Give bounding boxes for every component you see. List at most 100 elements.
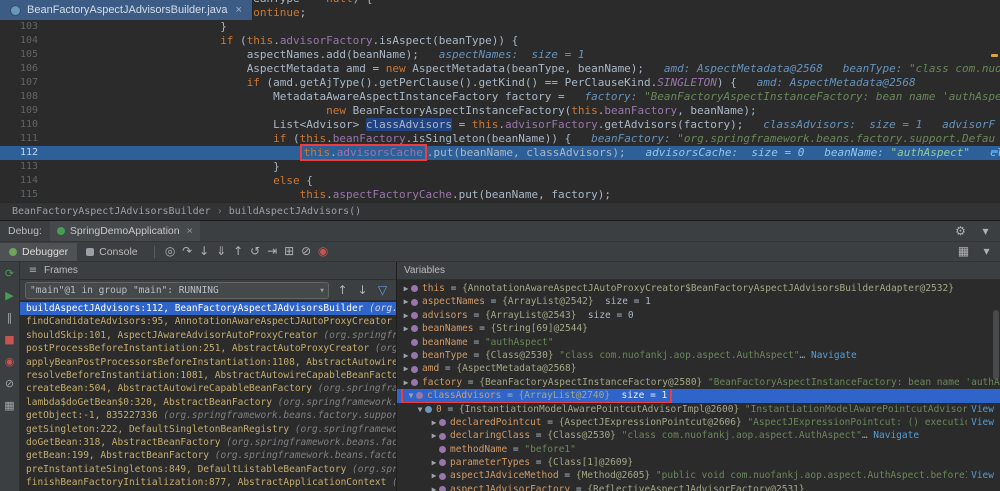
variable-row[interactable]: beanName = "authAspect" xyxy=(397,336,1000,349)
line-number[interactable]: 113 xyxy=(0,160,48,174)
line-number[interactable]: 105 xyxy=(0,48,48,62)
show-execution-point-icon[interactable]: ◎ xyxy=(162,243,179,260)
variable-row[interactable]: ▼classAdvisors = {ArrayList@2740} size =… xyxy=(397,389,1000,402)
frame-row[interactable]: finishBeanFactoryInitialization:877, Abs… xyxy=(20,476,396,489)
navigate-link[interactable]: Navigate xyxy=(811,349,857,362)
stripe-mark[interactable] xyxy=(991,54,998,57)
line-number[interactable]: 107 xyxy=(0,76,48,90)
code-line[interactable]: 104 if (this.advisorFactory.isAspect(bea… xyxy=(0,34,1000,48)
frame-row[interactable]: getBean:199, AbstractBeanFactory (org.sp… xyxy=(20,449,396,462)
line-number[interactable]: 115 xyxy=(0,188,48,202)
expander-icon[interactable]: ▶ xyxy=(429,429,439,442)
expander-icon[interactable]: ▶ xyxy=(429,416,439,429)
code-line[interactable]: 113 } xyxy=(0,160,1000,174)
code-line[interactable]: 107 if (amd.getAjType().getPerClause().g… xyxy=(0,76,1000,90)
code-line[interactable]: 114 else { xyxy=(0,174,1000,188)
step-out-icon[interactable]: ↑ xyxy=(230,243,247,260)
frame-row[interactable]: getObject:-1, 835227336 (org.springframe… xyxy=(20,409,396,422)
frame-row[interactable]: preInstantiateSingletons:849, DefaultLis… xyxy=(20,463,396,476)
line-number[interactable]: 108 xyxy=(0,90,48,104)
frame-row[interactable]: buildAspectJAdvisors:112, BeanFactoryAsp… xyxy=(20,302,396,315)
code-line[interactable]: 103 } xyxy=(0,20,1000,34)
expander-icon[interactable]: ▼ xyxy=(415,403,425,416)
previous-frame-icon[interactable]: ↑ xyxy=(334,282,351,299)
line-number[interactable]: 114 xyxy=(0,174,48,188)
line-number[interactable]: 106 xyxy=(0,62,48,76)
close-tab-icon[interactable]: × xyxy=(236,4,242,16)
code-line[interactable]: 106 AspectMetadata amd = new AspectMetad… xyxy=(0,62,1000,76)
stripe-mark[interactable] xyxy=(991,150,998,153)
variable-row[interactable]: ▶aspectJAdvisorFactory = {ReflectiveAspe… xyxy=(397,483,1000,491)
mute-breakpoints-icon[interactable]: ⊘ xyxy=(2,377,17,391)
expander-icon[interactable]: ▶ xyxy=(401,322,411,335)
expander-icon[interactable]: ▶ xyxy=(401,362,411,375)
pin-tab-icon[interactable]: ▾ xyxy=(978,243,995,260)
frame-row[interactable]: shouldSkip:101, AspectJAwareAdvisorAutoP… xyxy=(20,329,396,342)
line-number[interactable]: 112 xyxy=(0,146,48,160)
variable-row[interactable]: ▶aspectJAdviceMethod = {Method@2605} "pu… xyxy=(397,469,1000,482)
variable-row[interactable]: ▶declaredPointcut = {AspectJExpressionPo… xyxy=(397,416,1000,429)
debug-session-tab[interactable]: SpringDemoApplication × xyxy=(50,221,200,241)
variable-row[interactable]: ▶aspectNames = {ArrayList@2542} size = 1 xyxy=(397,295,1000,308)
code-line[interactable]: 112 this.advisorsCache.put(beanName, cla… xyxy=(0,146,1000,160)
variable-row[interactable]: ▼0 = {InstantiationModelAwarePointcutAdv… xyxy=(397,403,1000,416)
hide-library-frames-icon[interactable]: ▽ xyxy=(374,282,391,299)
frame-row[interactable]: postProcessBeforeInstantiation:251, Abst… xyxy=(20,342,396,355)
code-line[interactable]: 111 if (this.beanFactory.isSingleton(bea… xyxy=(0,132,1000,146)
code-line[interactable]: 110 List<Advisor> classAdvisors = this.a… xyxy=(0,118,1000,132)
view-link[interactable]: View xyxy=(967,403,1000,416)
hide-panel-icon[interactable]: ▾ xyxy=(977,223,994,240)
editor-tab[interactable]: BeanFactoryAspectJAdvisorsBuilder.java × xyxy=(0,0,253,20)
code-line[interactable]: 105 aspectNames.add(beanName); aspectNam… xyxy=(0,48,1000,62)
code-line[interactable]: 115 this.aspectFactoryCache.put(beanName… xyxy=(0,188,1000,202)
view-link[interactable]: View xyxy=(967,469,1000,482)
variable-row[interactable]: ▶beanNames = {String[69]@2544} xyxy=(397,322,1000,335)
frame-row[interactable]: getSingleton:222, DefaultSingletonBeanRe… xyxy=(20,423,396,436)
variable-row[interactable]: ▶factory = {BeanFactoryAspectInstanceFac… xyxy=(397,376,1000,389)
variable-row[interactable]: ▶declaringClass = {Class@2530} "class co… xyxy=(397,429,1000,442)
resume-icon[interactable]: ▶ xyxy=(2,289,17,303)
variables-scrollbar[interactable] xyxy=(993,310,999,380)
view-breakpoints-icon[interactable]: ◉ xyxy=(315,243,332,260)
expander-icon[interactable]: ▶ xyxy=(401,349,411,362)
line-number[interactable]: 111 xyxy=(0,132,48,146)
frame-row[interactable]: doGetBean:318, AbstractBeanFactory (org.… xyxy=(20,436,396,449)
tab-debugger[interactable]: Debugger xyxy=(0,243,77,261)
line-number[interactable]: 109 xyxy=(0,104,48,118)
step-over-icon[interactable]: ↷ xyxy=(179,243,196,260)
expander-icon[interactable]: ▶ xyxy=(401,295,411,308)
line-number[interactable]: 110 xyxy=(0,118,48,132)
variable-row[interactable]: ▶amd = {AspectMetadata@2568} xyxy=(397,362,1000,375)
frame-row[interactable]: lambda$doGetBean$0:320, AbstractBeanFact… xyxy=(20,396,396,409)
expander-icon[interactable]: ▶ xyxy=(429,469,439,482)
evaluate-expression-icon[interactable]: ⊞ xyxy=(281,243,298,260)
variable-row[interactable]: ▶advisors = {ArrayList@2543} size = 0 xyxy=(397,309,1000,322)
expander-icon[interactable]: ▶ xyxy=(401,282,411,295)
rerun-icon[interactable]: ⟳ xyxy=(2,267,17,281)
expander-icon[interactable]: ▶ xyxy=(429,483,439,491)
drop-frame-icon[interactable]: ↺ xyxy=(247,243,264,260)
thread-selector[interactable]: "main"@1 in group "main": RUNNING▾ xyxy=(25,282,329,299)
expander-icon[interactable]: ▶ xyxy=(401,376,411,389)
next-frame-icon[interactable]: ↓ xyxy=(354,282,371,299)
close-session-icon[interactable]: × xyxy=(187,225,193,237)
error-stripe[interactable] xyxy=(988,0,1000,202)
breadcrumb-method[interactable]: buildAspectJAdvisors() xyxy=(229,206,361,217)
run-to-cursor-icon[interactable]: ⇥ xyxy=(264,243,281,260)
line-number[interactable]: 104 xyxy=(0,34,48,48)
frame-row[interactable]: applyBeanPostProcessorsBeforeInstantiati… xyxy=(20,356,396,369)
force-step-into-icon[interactable]: ⇓ xyxy=(213,243,230,260)
view-link[interactable]: View xyxy=(967,416,1000,429)
stop-icon[interactable]: ■ xyxy=(2,333,17,347)
navigate-link[interactable]: Navigate xyxy=(873,429,919,442)
variable-row[interactable]: ▶this = {AnnotationAwareAspectJAutoProxy… xyxy=(397,282,1000,295)
code-line[interactable]: 109 new BeanFactoryAspectInstanceFactory… xyxy=(0,104,1000,118)
mute-breakpoints-icon[interactable]: ⊘ xyxy=(298,243,315,260)
restore-layout-icon[interactable]: ▦ xyxy=(2,399,17,413)
variable-row[interactable]: methodName = "before1" xyxy=(397,443,1000,456)
expander-icon[interactable]: ▼ xyxy=(406,389,416,402)
frame-row[interactable]: findCandidateAdvisors:95, AnnotationAwar… xyxy=(20,315,396,328)
settings-icon[interactable]: ⚙ xyxy=(952,223,969,240)
frame-row[interactable]: createBean:504, AbstractAutowireCapableB… xyxy=(20,382,396,395)
breadcrumb-class[interactable]: BeanFactoryAspectJAdvisorsBuilder xyxy=(12,206,211,217)
